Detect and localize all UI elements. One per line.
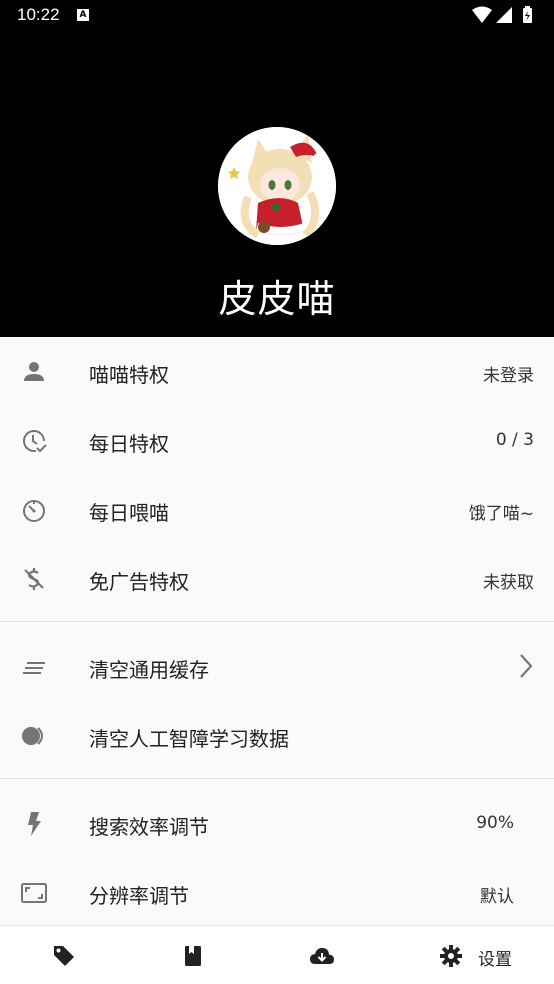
book-icon [185,946,201,966]
cloud-download-icon [310,948,334,964]
row-resolution[interactable]: 分辨率调节 默认 [0,858,554,927]
nav-item-tags[interactable] [0,926,128,984]
avatar[interactable] [218,127,336,245]
row-value: 未获取 [483,573,534,593]
row-daily-feed[interactable]: 每日喂喵 饿了喵~ [0,475,554,544]
row-ad-free[interactable]: 免广告特权 未获取 [0,544,554,613]
notification-icon: A [77,9,89,21]
nav-item-download[interactable] [258,926,388,984]
row-label: 每日喂喵 [89,501,169,525]
row-value: 0 / 3 [495,430,534,450]
status-icons [472,6,538,24]
row-value: 饿了喵~ [468,504,534,524]
settings-list: 喵喵特权 未登录 每日特权 0 / 3 每日喂喵 饿了喵~ 免广告特权 未获取 [0,337,554,927]
row-daily-privilege[interactable]: 每日特权 0 / 3 [0,406,554,475]
tag-icon [54,946,74,966]
notes-icon [23,662,45,674]
status-bar: 10:22 A [0,0,554,32]
status-time: 10:22 [17,5,60,24]
row-label: 清空人工智障学习数据 [89,727,289,751]
row-label: 分辨率调节 [89,884,189,908]
nav-label-settings: 设置 [478,950,512,970]
row-label: 清空通用缓存 [89,658,209,682]
aspect-ratio-icon [21,883,47,903]
row-clear-cache[interactable]: 清空通用缓存 [0,632,554,701]
row-label: 每日特权 [89,432,169,456]
row-label: 喵喵特权 [89,363,169,387]
row-clear-ai-data[interactable]: 清空人工智障学习数据 [0,701,554,770]
username: 皮皮喵 [218,277,336,321]
toggle-icon [22,727,43,745]
nav-item-settings[interactable]: 设置 [388,926,554,984]
bolt-icon [28,812,41,836]
row-search-efficiency[interactable]: 搜索效率调节 90% [0,789,554,858]
settings-icon [440,945,462,967]
nav-item-library[interactable] [128,926,258,984]
avatar-image [218,127,336,245]
person-icon [24,362,44,381]
row-meow-privilege[interactable]: 喵喵特权 未登录 [0,337,554,406]
row-value: 未登录 [483,366,534,386]
profile-header: 皮皮喵 [0,32,554,337]
row-label: 免广告特权 [89,570,189,594]
divider [0,621,554,622]
chevron-right-icon [520,654,533,678]
money-off-icon [24,568,44,590]
clock-check-icon [23,430,47,453]
wifi-signal-battery-icon [472,6,532,23]
divider [0,778,554,779]
row-label: 搜索效率调节 [89,815,209,839]
row-value: 默认 [480,887,514,907]
timer-icon [23,500,45,522]
row-value: 90% [476,813,514,833]
bottom-nav: 设置 [0,925,554,984]
